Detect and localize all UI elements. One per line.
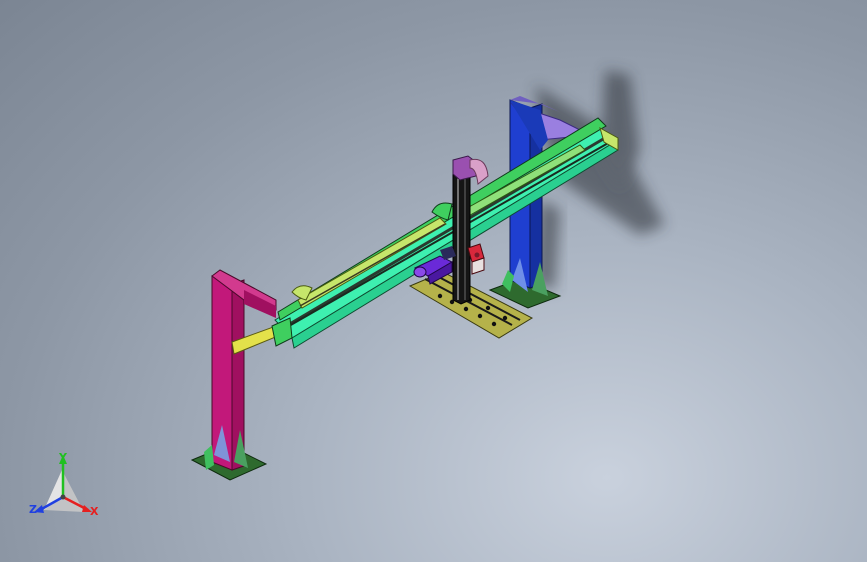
gantry-model[interactable]	[0, 0, 867, 562]
left-column[interactable]	[190, 269, 277, 481]
axis-z-label: Z	[29, 503, 37, 516]
axis-y-label: Y	[59, 451, 67, 464]
main-beam[interactable]	[274, 117, 619, 349]
axis-x-label: X	[90, 505, 99, 518]
cad-viewport[interactable]: Y X Z	[0, 0, 867, 562]
